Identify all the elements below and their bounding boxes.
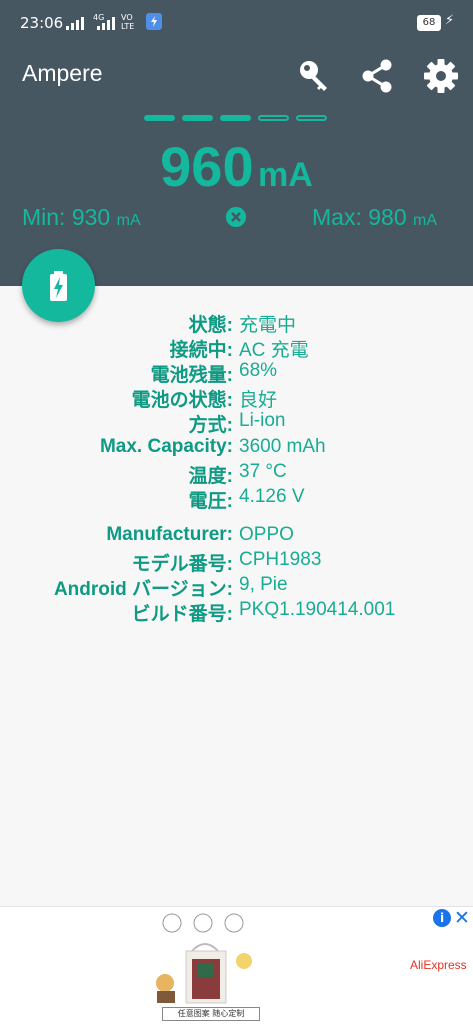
share-icon[interactable]: [359, 58, 395, 94]
info-label: 電池残量:: [150, 365, 233, 386]
info-row: 電池残量: 68%: [0, 360, 473, 386]
max-value: Max: 980: [312, 204, 407, 230]
info-label: 方式:: [188, 415, 233, 436]
info-label: モデル番号:: [131, 554, 233, 575]
info-row: 方式: Li-ion: [0, 410, 473, 436]
ad-caption: 任意图案 随心定制: [162, 1007, 260, 1021]
ad-brand-label[interactable]: AliExpress: [410, 958, 467, 972]
info-row: ビルド番号: PKQ1.190414.001: [0, 599, 473, 625]
info-row: 電圧: 4.126 V: [0, 486, 473, 512]
min-reading: Min: 930 mA: [22, 204, 141, 231]
info-row: 電池の状態: 良好: [0, 385, 473, 411]
battery-status-icon: 68: [417, 15, 441, 31]
info-row: モデル番号: CPH1983: [0, 549, 473, 575]
min-unit: mA: [116, 212, 141, 229]
info-row: Android バージョン: 9, Pie: [0, 574, 473, 600]
info-value: OPPO: [239, 524, 294, 545]
app-title: Ampere: [22, 60, 103, 86]
charging-bolt-icon: ⚡: [445, 13, 455, 28]
current-reading: 960 mA: [0, 134, 473, 199]
min-value: Min: 930: [22, 204, 111, 230]
info-value: 37 °C: [239, 461, 287, 482]
level-segment: [296, 115, 327, 121]
info-row: 接続中: AC 充電: [0, 335, 473, 361]
info-value: CPH1983: [239, 549, 322, 570]
info-label: Android バージョン:: [53, 579, 233, 600]
info-value: AC 充電: [239, 340, 309, 361]
info-row: Manufacturer: OPPO: [0, 524, 473, 550]
info-value: 9, Pie: [239, 574, 288, 595]
ad-close-icon[interactable]: ✕: [454, 907, 470, 929]
settings-gear-icon[interactable]: [423, 58, 459, 94]
level-segment: [220, 115, 251, 121]
info-label: Manufacturer:: [106, 524, 233, 545]
info-label: Max. Capacity:: [99, 436, 233, 457]
info-value: PKQ1.190414.001: [239, 599, 396, 620]
signal-icon: [66, 17, 84, 30]
level-segment: [144, 115, 175, 121]
info-row: 温度: 37 °C: [0, 461, 473, 487]
info-value: 充電中: [239, 315, 297, 336]
info-value: 3600 mAh: [239, 436, 326, 457]
info-label: 状態:: [188, 315, 233, 336]
status-bar: 23:06 4G VO LTE 68 ⚡: [0, 0, 473, 44]
info-label: 接続中:: [169, 340, 233, 361]
max-unit: mA: [413, 212, 437, 229]
ad-banner[interactable]: 任意图案 随心定制 AliExpress i ✕: [0, 906, 473, 1025]
info-row: Max. Capacity: 3600 mAh: [0, 436, 473, 462]
signal-icon-2: [97, 17, 115, 30]
key-icon[interactable]: [296, 58, 332, 94]
level-segment: [182, 115, 213, 121]
info-row: 状態: 充電中: [0, 310, 473, 336]
current-unit: mA: [258, 156, 313, 194]
volte-label: VO LTE: [121, 13, 135, 31]
info-value: 4.126 V: [239, 486, 305, 507]
info-label: 電圧:: [188, 491, 233, 512]
info-label: ビルド番号:: [131, 604, 233, 625]
status-time: 23:06: [20, 14, 64, 32]
info-label: 電池の状態:: [131, 390, 233, 411]
level-segment: [258, 115, 289, 121]
reset-minmax-button[interactable]: [226, 207, 246, 227]
ad-info-icon[interactable]: i: [433, 909, 451, 927]
info-value: 68%: [239, 360, 278, 381]
info-value: Li-ion: [239, 410, 286, 431]
current-value: 960: [160, 135, 254, 198]
info-value: 良好: [239, 390, 278, 411]
info-label: 温度:: [188, 466, 233, 487]
max-reading: Max: 980 mA: [312, 204, 437, 231]
app-notification-icon: [146, 13, 162, 30]
